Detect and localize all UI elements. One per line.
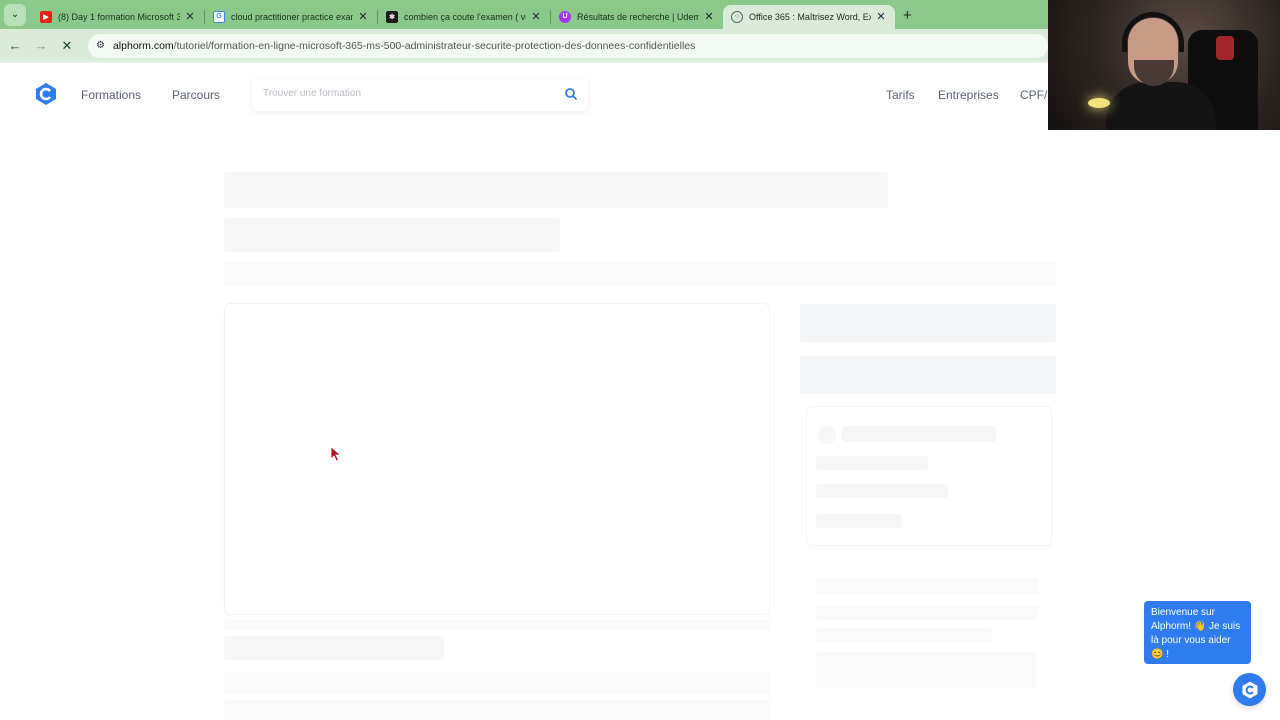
tab-close-icon[interactable]: ✕	[184, 10, 196, 23]
webcam-chair-accent	[1216, 36, 1234, 60]
nav-parcours[interactable]: Parcours	[172, 88, 220, 102]
browser-tab-youtube[interactable]: ▶ (8) Day 1 formation Microsoft 365 ✕	[32, 5, 204, 29]
nav-entreprises[interactable]: Entreprises	[938, 88, 999, 102]
search-box[interactable]: Trouver une formation	[252, 79, 588, 111]
tab-title: combien ça coute l'examen ( vouch	[404, 11, 526, 22]
udemy-icon: U	[559, 10, 571, 23]
browser-tab-active[interactable]: ○ Office 365 : Maîtrisez Word, Excel, ✕	[723, 4, 895, 29]
address-bar[interactable]: ⚙ alphorm.com/tutoriel/formation-en-lign…	[88, 33, 1048, 58]
skeleton-video-card	[224, 303, 770, 615]
skeleton-line	[816, 628, 992, 642]
tab-close-icon[interactable]: ✕	[875, 10, 887, 23]
skeleton-title	[224, 172, 888, 208]
tab-close-icon[interactable]: ✕	[530, 10, 542, 23]
skeleton-line	[816, 578, 1038, 594]
url-path: /tutoriel/formation-en-ligne-microsoft-3…	[173, 39, 696, 52]
skeleton-cta	[800, 356, 1056, 394]
nav-tarifs[interactable]: Tarifs	[886, 88, 915, 102]
youtube-icon: ▶	[40, 10, 52, 23]
stop-loading-icon[interactable]: ✕	[54, 33, 80, 59]
tab-title: Office 365 : Maîtrisez Word, Excel,	[749, 11, 871, 22]
tab-title: (8) Day 1 formation Microsoft 365	[58, 11, 180, 22]
webcam-lamp	[1088, 98, 1110, 108]
tab-close-icon[interactable]: ✕	[703, 10, 715, 23]
new-tab-icon[interactable]: +	[903, 7, 912, 24]
skeleton-avatar	[818, 426, 836, 444]
skeleton-line	[816, 514, 902, 528]
skeleton-line	[816, 606, 1038, 620]
skeleton-line	[816, 484, 948, 498]
webcam-overlay	[1048, 0, 1280, 130]
forward-arrow-icon[interactable]: →	[28, 33, 54, 59]
webcam-person-body	[1106, 82, 1216, 130]
back-arrow-icon[interactable]: ←	[2, 33, 28, 59]
browser-tab-google[interactable]: G cloud practitioner practice exam - ✕	[205, 5, 377, 29]
page-icon: ○	[731, 10, 743, 23]
skeleton-price	[800, 304, 1056, 342]
skeleton-subtitle	[224, 218, 560, 252]
alphorm-chat-icon	[1242, 681, 1257, 698]
chat-welcome-text: Bienvenue sur Alphorm! 👋 Je suis là pour…	[1151, 607, 1241, 660]
nav-cpf[interactable]: CPF/(	[1020, 88, 1051, 102]
google-icon: G	[213, 10, 225, 23]
chat-launcher-button[interactable]	[1233, 673, 1266, 706]
tab-search-dropdown-icon[interactable]: ⌄	[4, 3, 26, 26]
search-icon[interactable]	[564, 87, 578, 101]
skeleton-tab-label	[224, 636, 444, 660]
skeleton-block	[816, 652, 1036, 688]
screen: ⌄ ▶ (8) Day 1 formation Microsoft 365 ✕ …	[0, 0, 1280, 720]
tab-title: cloud practitioner practice exam -	[231, 11, 353, 22]
chat-welcome-bubble[interactable]: Bienvenue sur Alphorm! 👋 Je suis là pour…	[1144, 601, 1251, 664]
skeleton-author-name	[842, 426, 996, 442]
chatgpt-icon: ✻	[386, 10, 398, 23]
tab-title: Résultats de recherche | Udemy	[577, 11, 699, 22]
site-settings-icon[interactable]: ⚙	[96, 40, 105, 51]
search-placeholder: Trouver une formation	[263, 88, 362, 99]
skeleton-line	[816, 456, 928, 470]
skeleton-caption	[224, 620, 770, 630]
skeleton-breadcrumb	[224, 262, 1056, 286]
mouse-cursor-icon	[330, 446, 342, 462]
alphorm-logo-icon[interactable]	[34, 82, 58, 106]
url-host: alphorm.com	[112, 39, 174, 52]
skeleton-paragraph	[224, 672, 770, 694]
nav-formations[interactable]: Formations	[81, 88, 141, 102]
tab-close-icon[interactable]: ✕	[357, 10, 369, 23]
browser-tab-chatgpt[interactable]: ✻ combien ça coute l'examen ( vouch ✕	[378, 5, 550, 29]
browser-tab-udemy[interactable]: U Résultats de recherche | Udemy ✕	[551, 5, 723, 29]
skeleton-paragraph	[224, 700, 770, 720]
